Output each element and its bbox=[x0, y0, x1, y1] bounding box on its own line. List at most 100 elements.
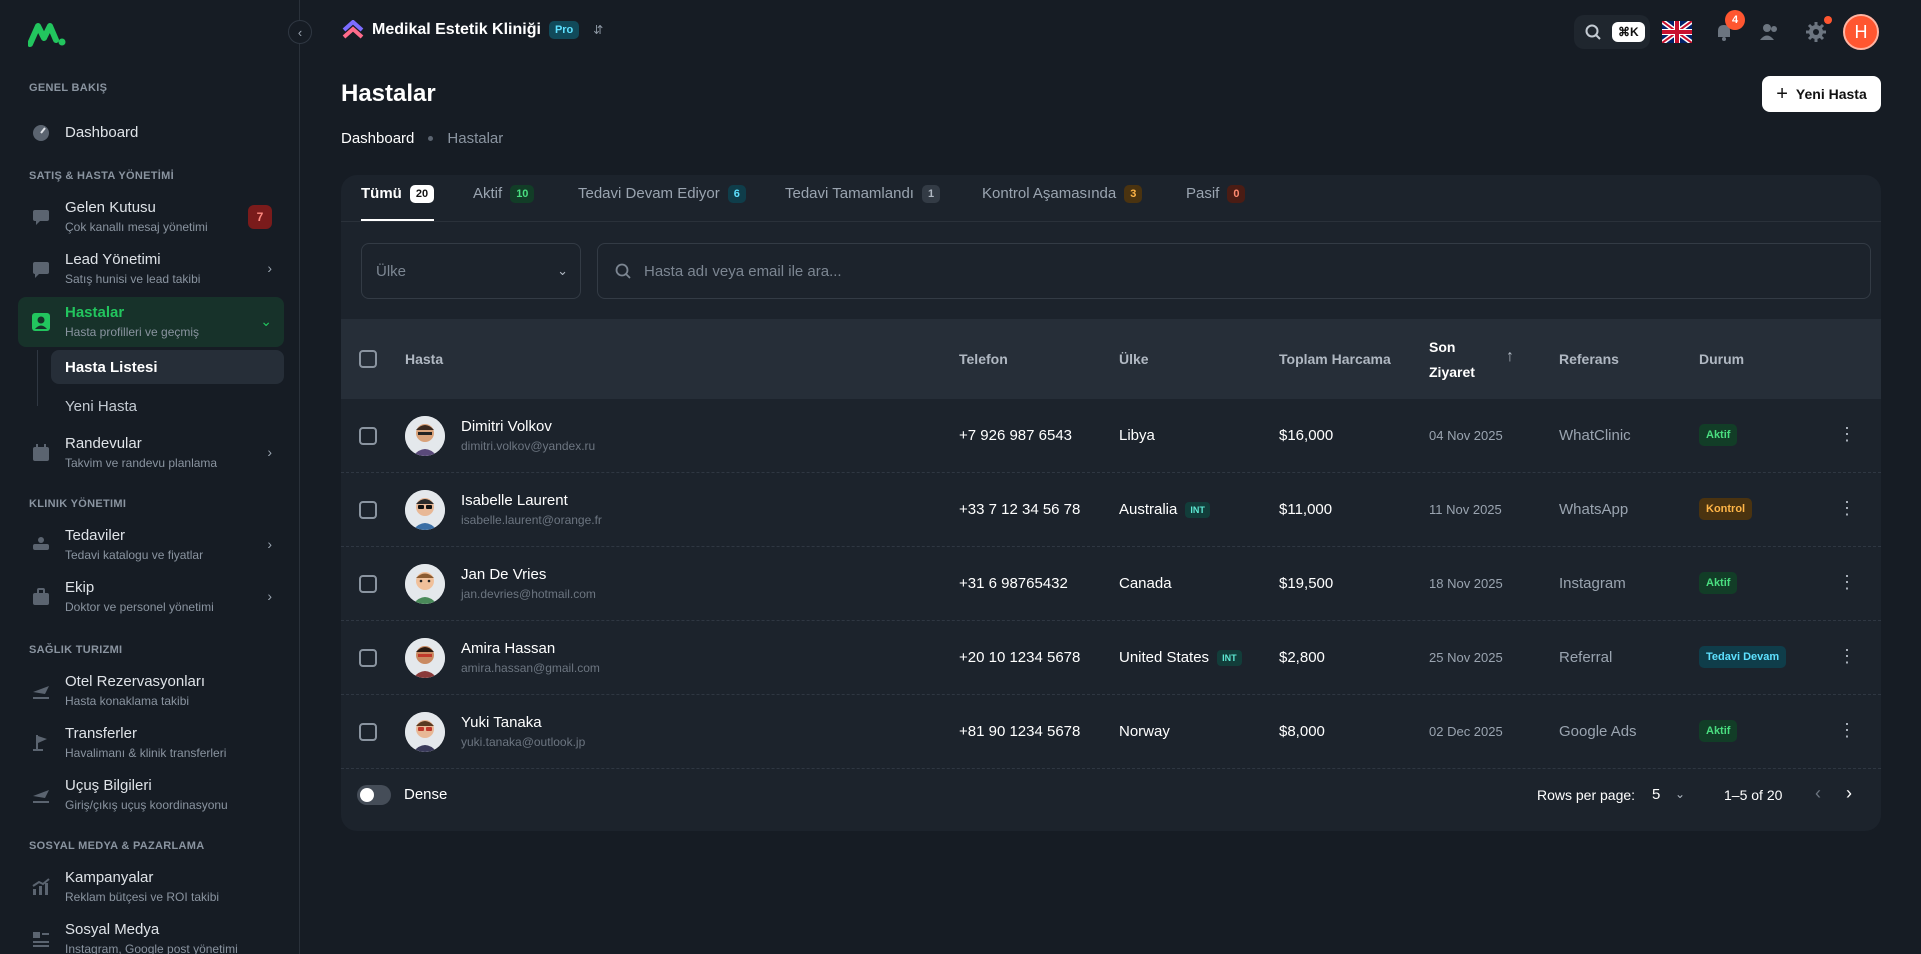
status-badge: Aktif bbox=[1699, 572, 1738, 594]
table-row[interactable]: Jan De Vries jan.devries@hotmail.com +31… bbox=[341, 547, 1881, 621]
sidebar-subitem-new-patient[interactable]: Yeni Hasta bbox=[51, 389, 284, 423]
tab-label: Tedavi Tamamlandı bbox=[785, 185, 914, 202]
tab-completed[interactable]: Tedavi Tamamlandı 1 bbox=[785, 185, 941, 221]
table-footer: Dense Rows per page: 5 ⌄ 1–5 of 20 ‹ › bbox=[341, 759, 1881, 831]
sidebar-item-inbox[interactable]: Gelen Kutusu Çok kanallı mesaj yönetimi … bbox=[18, 192, 284, 242]
patient-phone: +7 926 987 6543 bbox=[959, 427, 1073, 444]
col-phone[interactable]: Telefon bbox=[959, 351, 1008, 367]
tab-in-treatment[interactable]: Tedavi Devam Ediyor 6 bbox=[578, 185, 746, 221]
sidebar-item-campaigns[interactable]: Kampanyalar Reklam bütçesi ve ROI takibi bbox=[18, 862, 284, 912]
workspace-switcher[interactable]: Medikal Estetik Kliniği Pro ⇵ bbox=[342, 20, 603, 40]
patient-name[interactable]: Dimitri Volkov bbox=[461, 418, 552, 435]
patient-last-visit: 18 Nov 2025 bbox=[1429, 576, 1503, 591]
row-checkbox[interactable] bbox=[359, 501, 377, 519]
plan-badge: Pro bbox=[548, 21, 580, 39]
patient-email: yuki.tanaka@outlook.jp bbox=[461, 735, 586, 749]
contacts-icon[interactable] bbox=[1755, 18, 1783, 46]
rows-per-page-label: Rows per page: bbox=[1537, 787, 1636, 803]
status-badge: Kontrol bbox=[1699, 498, 1753, 520]
col-last-visit-line2[interactable]: Ziyaret bbox=[1429, 364, 1475, 380]
sidebar-item-label: Ekip bbox=[65, 579, 95, 596]
avatar bbox=[405, 490, 445, 530]
new-patient-button[interactable]: + Yeni Hasta bbox=[1762, 76, 1881, 112]
sort-asc-icon[interactable]: ↑ bbox=[1506, 348, 1514, 366]
patient-name[interactable]: Yuki Tanaka bbox=[461, 714, 542, 731]
sidebar-item-dashboard[interactable]: Dashboard bbox=[18, 112, 284, 154]
col-total[interactable]: Toplam Harcama bbox=[1279, 351, 1391, 367]
col-patient[interactable]: Hasta bbox=[405, 351, 443, 367]
sidebar-item-flights[interactable]: Uçuş Bilgileri Giriş/çıkış uçuş koordina… bbox=[18, 770, 284, 820]
sidebar-item-team[interactable]: Ekip Doktor ve personel yönetimi › bbox=[18, 572, 284, 622]
sidebar-item-caption: Havalimanı & klinik transferleri bbox=[65, 746, 227, 760]
sidebar-item-label: Transferler bbox=[65, 725, 137, 742]
patient-name[interactable]: Isabelle Laurent bbox=[461, 492, 568, 509]
sidebar-item-caption: Doktor ve personel yönetimi bbox=[65, 600, 214, 614]
tab-active[interactable]: Aktif 10 bbox=[473, 185, 535, 221]
status-tabs: Tümü 20 Aktif 10 Tedavi Devam Ediyor 6 T… bbox=[341, 175, 1881, 222]
section-tourism: SAĞLIK TURIZMI bbox=[29, 644, 123, 656]
language-flag-icon[interactable] bbox=[1662, 17, 1692, 47]
sidebar-item-transfers[interactable]: Transferler Havalimanı & klinik transfer… bbox=[18, 718, 284, 768]
table-row[interactable]: Dimitri Volkov dimitri.volkov@yandex.ru … bbox=[341, 399, 1881, 473]
patient-email: amira.hassan@gmail.com bbox=[461, 661, 600, 675]
patient-name[interactable]: Jan De Vries bbox=[461, 566, 546, 583]
table-row[interactable]: Isabelle Laurent isabelle.laurent@orange… bbox=[341, 473, 1881, 547]
tab-passive[interactable]: Pasif 0 bbox=[1186, 185, 1246, 221]
next-page-icon[interactable]: › bbox=[1846, 783, 1852, 803]
rows-per-page-select[interactable]: 5 bbox=[1652, 786, 1660, 803]
tab-count: 20 bbox=[409, 185, 435, 203]
more-vertical-icon[interactable]: ⋮ bbox=[1838, 499, 1856, 517]
row-checkbox[interactable] bbox=[359, 723, 377, 741]
user-avatar[interactable]: H bbox=[1843, 14, 1879, 50]
select-all-checkbox[interactable] bbox=[359, 350, 377, 368]
avatar bbox=[405, 638, 445, 678]
plus-icon: + bbox=[1776, 82, 1788, 105]
table-row[interactable]: Amira Hassan amira.hassan@gmail.com +20 … bbox=[341, 621, 1881, 695]
breadcrumb: Dashboard Hastalar bbox=[341, 130, 503, 147]
more-vertical-icon[interactable]: ⋮ bbox=[1838, 573, 1856, 591]
sidebar-item-hotels[interactable]: Otel Rezervasyonları Hasta konaklama tak… bbox=[18, 666, 284, 716]
sidebar-item-appointments[interactable]: Randevular Takvim ve randevu planlama › bbox=[18, 428, 284, 478]
user-icon bbox=[30, 311, 52, 333]
chevron-down-icon[interactable]: ⌄ bbox=[1675, 787, 1685, 801]
more-vertical-icon[interactable]: ⋮ bbox=[1838, 721, 1856, 739]
tab-all[interactable]: Tümü 20 bbox=[361, 185, 435, 221]
sidebar-subitem-patient-list[interactable]: Hasta Listesi bbox=[51, 350, 284, 384]
tab-control[interactable]: Kontrol Aşamasında 3 bbox=[982, 185, 1143, 221]
sidebar-collapse-button[interactable]: ‹ bbox=[288, 20, 312, 44]
dense-toggle[interactable] bbox=[357, 785, 391, 805]
tab-count: 10 bbox=[510, 185, 535, 203]
col-country[interactable]: Ülke bbox=[1119, 351, 1149, 367]
more-vertical-icon[interactable]: ⋮ bbox=[1838, 425, 1856, 443]
col-referral[interactable]: Referans bbox=[1559, 351, 1619, 367]
patients-card: Tümü 20 Aktif 10 Tedavi Devam Ediyor 6 T… bbox=[341, 175, 1881, 831]
search-button[interactable]: ⌘K bbox=[1574, 15, 1650, 49]
international-badge: INT bbox=[1185, 501, 1210, 518]
search-input[interactable]: Hasta adı veya email ile ara... bbox=[597, 243, 1871, 299]
patient-email: isabelle.laurent@orange.fr bbox=[461, 513, 602, 527]
more-vertical-icon[interactable]: ⋮ bbox=[1838, 647, 1856, 665]
sidebar-item-lead[interactable]: Lead Yönetimi Satış hunisi ve lead takib… bbox=[18, 244, 284, 294]
news-icon bbox=[30, 928, 52, 950]
new-patient-label: Yeni Hasta bbox=[1795, 86, 1867, 102]
sidebar-item-treatments[interactable]: Tedaviler Tedavi katalogu ve fiyatlar › bbox=[18, 520, 284, 570]
row-checkbox[interactable] bbox=[359, 575, 377, 593]
app-logo[interactable] bbox=[28, 20, 68, 50]
country-select[interactable]: Ülke ⌄ bbox=[361, 243, 581, 299]
patient-name[interactable]: Amira Hassan bbox=[461, 640, 555, 657]
row-checkbox[interactable] bbox=[359, 427, 377, 445]
page-title: Hastalar bbox=[341, 80, 436, 107]
sidebar-item-patients[interactable]: Hastalar Hasta profilleri ve geçmiş ⌄ bbox=[18, 297, 284, 347]
row-checkbox[interactable] bbox=[359, 649, 377, 667]
prev-page-icon[interactable]: ‹ bbox=[1815, 783, 1821, 803]
table-row[interactable]: Yuki Tanaka yuki.tanaka@outlook.jp +81 9… bbox=[341, 695, 1881, 769]
sidebar-item-label: Otel Rezervasyonları bbox=[65, 673, 206, 690]
patient-total: $16,000 bbox=[1279, 427, 1334, 444]
breadcrumb-dashboard[interactable]: Dashboard bbox=[341, 130, 414, 147]
plane-icon bbox=[30, 784, 52, 806]
col-status[interactable]: Durum bbox=[1699, 351, 1744, 367]
patient-country: Norway bbox=[1119, 723, 1170, 740]
col-last-visit[interactable]: Son bbox=[1429, 339, 1455, 355]
chevron-down-icon: ⌄ bbox=[557, 263, 568, 278]
sidebar-item-social[interactable]: Sosyal Medya Instagram, Google post yöne… bbox=[18, 914, 284, 954]
